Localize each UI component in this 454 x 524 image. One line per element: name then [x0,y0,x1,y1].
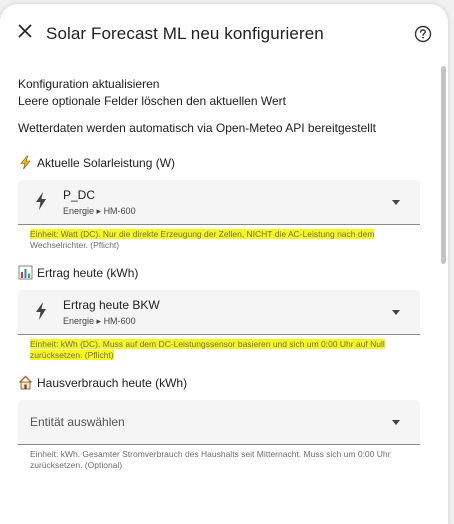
bar-chart-icon [18,265,33,280]
section-label-house-consumption: Hausverbrauch heute (kWh) [18,375,428,390]
options-dialog: Solar Forecast ML neu konfigurieren Konf… [0,4,448,524]
dialog-content: Konfiguration aktualisieren Leere option… [18,76,428,471]
entity-name: Ertrag heute BKW [63,298,160,312]
dialog-title: Solar Forecast ML neu konfigurieren [46,24,324,43]
helper-text-solar-power: Einheit: Watt (DC). Nur die direkte Erze… [30,229,375,250]
flash-icon [34,302,48,320]
entity-picker-yield-today[interactable]: Ertrag heute BKW Energie ▸ HM-600 [18,290,420,335]
section-label-solar-power: Aktuelle Solarleistung (W) [18,155,428,170]
close-icon[interactable] [14,20,36,42]
helper-text-yield-today: Einheit: kWh (DC). Muss auf dem DC-Leist… [30,339,385,360]
chevron-down-icon[interactable] [392,420,400,425]
entity-placeholder: Entität auswählen [30,415,125,429]
section-label-text: Hausverbrauch heute (kWh) [37,375,188,390]
entity-picker-solar-power[interactable]: P_DC Energie ▸ HM-600 [18,180,420,225]
intro-line-3: Wetterdaten werden automatisch via Open-… [18,121,376,135]
section-label-yield-today: Ertrag heute (kWh) [18,265,428,280]
section-label-text: Ertrag heute (kWh) [37,265,139,280]
intro-line-2: Leere optionale Felder löschen den aktue… [18,94,286,108]
lightning-icon [18,155,33,170]
help-circle-icon[interactable] [414,25,432,43]
section-label-text: Aktuelle Solarleistung (W) [37,155,176,170]
entity-name: P_DC [63,188,96,202]
entity-context: Energie ▸ HM-600 [63,316,136,326]
intro-line-1: Konfiguration aktualisieren [18,77,160,91]
helper-text-house-consumption: Einheit: kWh. Gesamter Stromverbrauch de… [30,449,391,470]
entity-picker-house-consumption[interactable]: Entität auswählen [18,400,420,445]
entity-context: Energie ▸ HM-600 [63,206,136,216]
flash-icon [34,192,48,210]
chevron-down-icon[interactable] [392,310,400,315]
chevron-down-icon[interactable] [392,200,400,205]
scrollbar[interactable] [441,66,446,264]
house-icon [18,375,33,390]
dialog-header: Solar Forecast ML neu konfigurieren [0,4,448,60]
